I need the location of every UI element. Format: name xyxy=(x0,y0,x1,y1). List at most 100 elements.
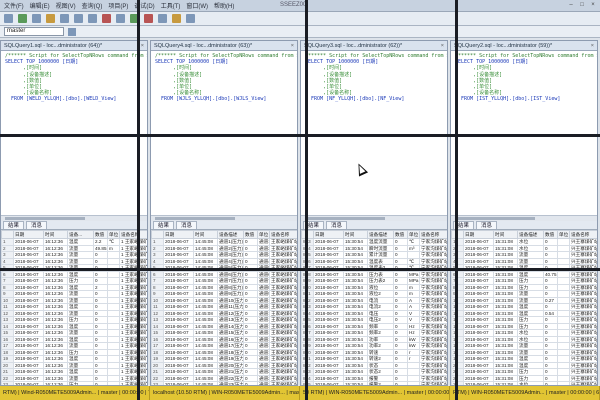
scrollbar-thumb[interactable] xyxy=(305,217,385,220)
close-tab-icon[interactable]: × xyxy=(291,41,297,50)
table-row[interactable]: 142018-06-0716:12:36温度01 王家峪煤矿站(通) xyxy=(1,322,147,330)
table-row[interactable]: 232018-06-0716:12:36压力0 1 王家峪煤矿站(通) xyxy=(1,381,147,385)
table-row[interactable]: 8552018-06-0715:30:54累计流量0宁家沟煤矿站 xyxy=(301,251,447,259)
table-row[interactable]: 92018-06-0715:31:08流量0兴王寨煤矿站 xyxy=(451,290,597,298)
column-header[interactable]: 时间 xyxy=(493,230,518,239)
table-row[interactable]: 12018-06-0715:31:08水位0兴王寨煤矿站 xyxy=(451,238,597,246)
menu-item-help[interactable]: 帮助(H) xyxy=(214,1,234,10)
table-row[interactable]: 8702018-06-0715:30:54转速0r宁家沟煤矿站 xyxy=(301,348,447,356)
table-row[interactable]: 222018-06-0714:45:08通道22(压力)0通道22王家峪煤矿站 xyxy=(151,374,297,382)
column-header[interactable]: 设备描述 xyxy=(367,230,394,239)
column-header[interactable]: 数值 xyxy=(393,230,408,239)
table-row[interactable]: 8662018-06-0715:30:54频率0Hz宁家沟煤矿站 xyxy=(301,322,447,330)
menu-item-view[interactable]: 视图(V) xyxy=(56,1,76,10)
tab-results[interactable]: 结果 xyxy=(3,221,25,229)
menu-item-window[interactable]: 窗口(W) xyxy=(186,1,208,10)
menu-item-project[interactable]: 项目(P) xyxy=(108,1,128,10)
column-header[interactable]: 日期 xyxy=(313,230,344,239)
table-row[interactable]: 122018-06-0715:31:08温度0.54兴王寨煤矿站 xyxy=(451,309,597,317)
column-header[interactable]: 单位 xyxy=(257,230,270,239)
column-header[interactable] xyxy=(1,230,14,239)
results-to-grid-icon[interactable] xyxy=(186,14,195,23)
column-header[interactable]: 设备名称 xyxy=(269,230,297,239)
table-row[interactable]: 8712018-06-0715:30:54转速20r宁家沟煤矿站 xyxy=(301,355,447,363)
table-row[interactable]: 112018-06-0716:12:36温度01 王家峪煤矿站(通) xyxy=(1,303,147,311)
table-row[interactable]: 172018-06-0716:12:36流量01 王家峪煤矿站(通) xyxy=(1,342,147,350)
table-row[interactable]: 72018-06-0716:12:36压力01 王家峪煤矿站(通) xyxy=(1,277,147,285)
close-icon[interactable]: × xyxy=(588,1,598,10)
results-grid[interactable]: 日期时间设备描述数值单位设备名称8532018-06-0715:30:54温度流… xyxy=(301,230,447,385)
minimize-icon[interactable]: – xyxy=(566,1,576,10)
table-row[interactable]: 62018-06-0716:12:36温度01 王家峪煤矿站(通) xyxy=(1,270,147,278)
table-row[interactable]: 8632018-06-0715:30:54电流20A宁家沟煤矿站 xyxy=(301,303,447,311)
table-row[interactable]: 32018-06-0716:12:36流量01 王家峪煤矿站(通) xyxy=(1,251,147,259)
table-row[interactable]: 222018-06-0715:31:08压力0兴王寨煤矿站 xyxy=(451,374,597,382)
column-header[interactable]: 设备名称 xyxy=(119,230,147,239)
table-row[interactable]: 92018-06-0714:45:08通道9(压力)0通道9王家峪煤矿站 xyxy=(151,290,297,298)
table-row[interactable]: 102018-06-0714:45:08通道10(压力)0通道10王家峪煤矿站 xyxy=(151,296,297,304)
query-tab[interactable]: SQLQuery2.sql - loc...dministrator (59))… xyxy=(451,41,597,51)
close-tab-icon[interactable]: × xyxy=(141,41,147,50)
table-row[interactable]: 212018-06-0716:12:36温度01 王家峪煤矿站(通) xyxy=(1,368,147,376)
table-row[interactable]: 62018-06-0714:45:08通道6(压力)0通道6王家峪煤矿站 xyxy=(151,270,297,278)
table-row[interactable]: 112018-06-0714:45:08通道11(压力)0通道11王家峪煤矿站 xyxy=(151,303,297,311)
column-header[interactable]: 数值 xyxy=(543,230,558,239)
scrollbar-thumb[interactable] xyxy=(5,217,85,220)
table-row[interactable]: 8642018-06-0715:30:54电压0V宁家沟煤矿站 xyxy=(301,309,447,317)
table-row[interactable]: 162018-06-0714:45:08通道16(压力)0通道16王家峪煤矿站 xyxy=(151,335,297,343)
redo-icon[interactable] xyxy=(116,14,125,23)
table-row[interactable]: 212018-06-0714:45:08通道21(压力)0通道21王家峪煤矿站 xyxy=(151,368,297,376)
table-row[interactable]: 32018-06-0714:45:08通道3(压力)0通道3王家峪煤矿站 xyxy=(151,251,297,259)
table-row[interactable]: 202018-06-0715:31:08温度0兴王寨煤矿站 xyxy=(451,361,597,369)
column-header[interactable]: 数值 xyxy=(243,230,258,239)
table-row[interactable]: 162018-06-0715:31:08水位0兴王寨煤矿站 xyxy=(451,335,597,343)
table-row[interactable]: 172018-06-0714:45:08通道17(压力)0通道17王家峪煤矿站 xyxy=(151,342,297,350)
column-header[interactable]: 设备... xyxy=(67,230,94,239)
scrollbar-thumb[interactable] xyxy=(455,217,535,220)
table-row[interactable]: 152018-06-0715:31:08水位0兴王寨煤矿站 xyxy=(451,329,597,337)
table-row[interactable]: 92018-06-0716:12:36流量01 王家峪煤矿站(通) xyxy=(1,290,147,298)
menu-item-file[interactable]: 文件(F) xyxy=(4,1,24,10)
tab-messages[interactable]: 消息 xyxy=(326,221,348,229)
table-row[interactable]: 212018-06-0715:31:08压力0兴王寨煤矿站 xyxy=(451,368,597,376)
table-row[interactable]: 192018-06-0714:45:08通道19(压力)0通道19王家峪煤矿站 xyxy=(151,355,297,363)
table-row[interactable]: 8542018-06-0715:30:54瞬时流量0m³宁家沟煤矿站 xyxy=(301,244,447,252)
table-row[interactable]: 72018-06-0715:31:08压力0兴王寨煤矿站 xyxy=(451,277,597,285)
table-row[interactable]: 202018-06-0716:12:36流量01 王家峪煤矿站(通) xyxy=(1,361,147,369)
table-row[interactable]: 8562018-06-0715:30:54温度表0℃宁家沟煤矿站 xyxy=(301,257,447,265)
estimated-plan-icon[interactable] xyxy=(172,14,181,23)
table-row[interactable]: 182018-06-0714:45:08通道18(压力)0通道18王家峪煤矿站 xyxy=(151,348,297,356)
column-header[interactable]: 日期 xyxy=(13,230,44,239)
table-row[interactable]: 82018-06-0715:31:08压力0兴王寨煤矿站 xyxy=(451,283,597,291)
results-grid[interactable]: 日期 时间 设备描述 数值 单位 设备名称 1 2018-06-07 14:45:08 通道1(压… xyxy=(151,230,297,385)
query-tab[interactable]: SQLQuery1.sql - loc...dministrator (64))… xyxy=(1,41,147,51)
table-row[interactable]: 8722018-06-0715:30:54状态0宁家沟煤矿站 xyxy=(301,361,447,369)
column-header[interactable]: 时间 xyxy=(193,230,218,239)
table-row[interactable]: 42018-06-0714:45:08通道4(压力)0通道4王家峪煤矿站 xyxy=(151,257,297,265)
table-row[interactable]: 232018-06-0714:45:08通道23(压力)0通道23王家峪煤矿站 xyxy=(151,381,297,385)
table-row[interactable]: 162018-06-0716:12:36温度01 王家峪煤矿站(通) xyxy=(1,335,147,343)
table-row[interactable]: 8742018-06-0715:30:54报警0宁家沟煤矿站 xyxy=(301,374,447,382)
column-header[interactable]: 设备名称 xyxy=(419,230,447,239)
table-row[interactable]: 8692018-06-0715:30:54功率20kW宁家沟煤矿站 xyxy=(301,342,447,350)
table-row[interactable]: 8682018-06-0715:30:54功率0kW宁家沟煤矿站 xyxy=(301,335,447,343)
sql-editor[interactable]: /****** Script for SelectTopNRows comman… xyxy=(301,51,447,215)
column-header[interactable]: 时间 xyxy=(343,230,368,239)
table-row[interactable]: 12018-06-0714:45:08通道1(压力)0通道1王家峪煤矿站 xyxy=(151,238,297,246)
undo-icon[interactable] xyxy=(102,14,111,23)
table-row[interactable]: 22018-06-0714:45:08通道2(压力)0通道2王家峪煤矿站 xyxy=(151,244,297,252)
column-header[interactable]: 时间 xyxy=(43,230,68,239)
table-row[interactable]: 8532018-06-0715:30:54温度流量0℃宁家沟煤矿站 xyxy=(301,238,447,246)
table-row[interactable]: 32018-06-0715:31:08流量0兴王寨煤矿站 xyxy=(451,251,597,259)
tab-results[interactable]: 结果 xyxy=(153,221,175,229)
menu-item-edit[interactable]: 编辑(E) xyxy=(30,1,50,10)
table-row[interactable]: 8622018-06-0715:30:54电流0A宁家沟煤矿站 xyxy=(301,296,447,304)
column-header[interactable]: 单位 xyxy=(407,230,420,239)
table-row[interactable]: 172018-06-0715:31:08流量0兴王寨煤矿站 xyxy=(451,342,597,350)
stop-icon[interactable] xyxy=(144,14,153,23)
scrollbar-thumb[interactable] xyxy=(155,217,235,220)
menu-item-tools[interactable]: 工具(T) xyxy=(161,1,181,10)
table-row[interactable]: 8602018-06-0715:30:54液位0m宁家沟煤矿站 xyxy=(301,283,447,291)
table-row[interactable]: 152018-06-0714:45:08通道15(压力)0通道15王家峪煤矿站 xyxy=(151,329,297,337)
column-header[interactable]: 单位 xyxy=(557,230,570,239)
